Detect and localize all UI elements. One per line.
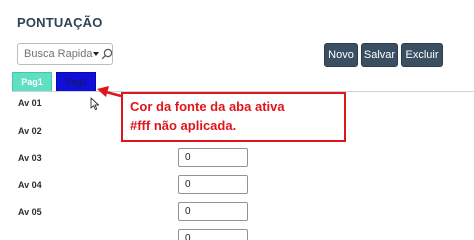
tab-pag2[interactable]: Pag2 [56,72,96,92]
row-label-av05: Av 05 [18,207,42,217]
av06-input[interactable] [178,229,248,240]
annotation-line-2: #fff não aplicada. [130,118,237,133]
row-label-av01: Av 01 [18,98,42,108]
av03-input[interactable] [178,148,248,167]
mouse-pointer-icon [90,97,100,111]
excluir-button[interactable]: Excluir [401,43,443,67]
novo-button[interactable]: Novo [324,43,358,67]
av04-input[interactable] [178,175,248,194]
annotation-callout: Cor da fonte da aba ativa #fff não aplic… [121,92,346,142]
row-label-av04: Av 04 [18,180,42,190]
av05-input[interactable] [178,202,248,221]
caret-down-icon[interactable] [93,52,99,56]
quick-search-input[interactable] [18,44,94,64]
annotation-line-1: Cor da fonte da aba ativa [130,99,285,114]
row-label-av02: Av 02 [18,126,42,136]
row-label-av03: Av 03 [18,153,42,163]
quick-search-box[interactable] [17,43,113,65]
search-icon[interactable] [101,48,113,60]
salvar-button[interactable]: Salvar [361,43,398,67]
tab-pag1[interactable]: Pag1 [12,72,52,92]
page-title: PONTUAÇÃO [17,15,103,30]
